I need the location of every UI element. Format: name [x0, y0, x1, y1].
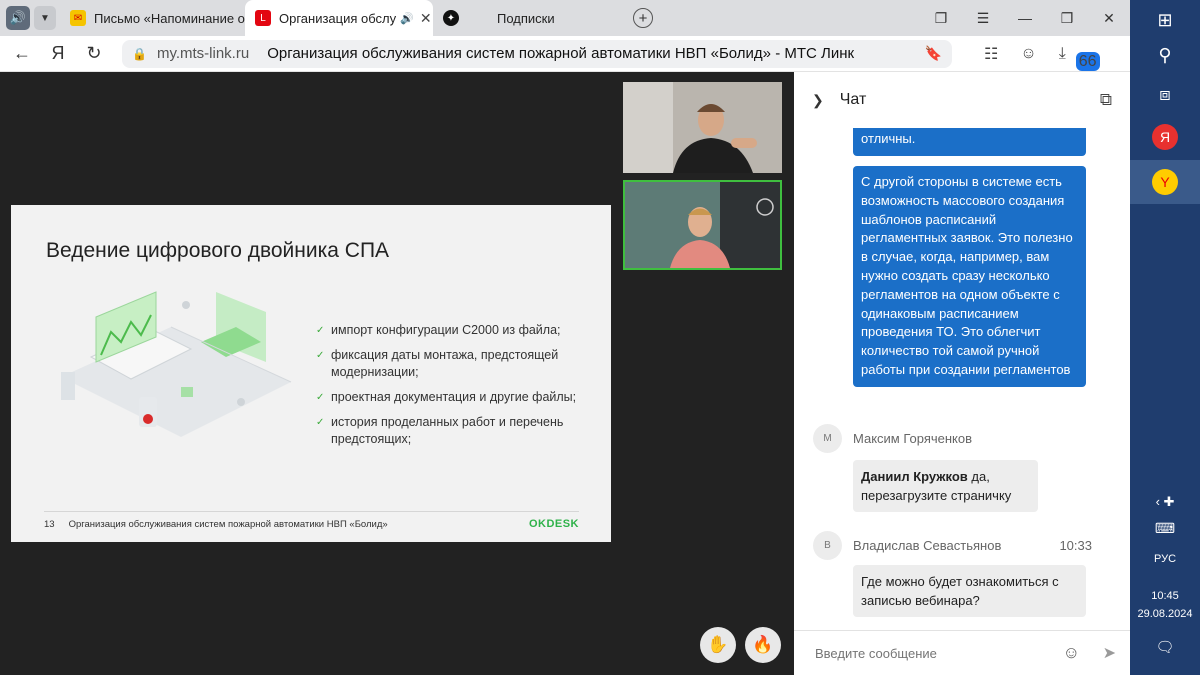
browser-tab-bar: 🔊 ▼ ✉ Письмо «Напоминание о L Организаци…	[0, 0, 1130, 36]
speaker-video-2[interactable]	[623, 180, 782, 270]
slide-number: 13	[44, 518, 55, 530]
windows-taskbar: ⊞ ⚲ ⧈ Я Y ‹ ✚ ⌨ РУС 10:45 29.08.2024 🗨	[1130, 0, 1200, 675]
search-icon[interactable]: ⚲	[1152, 45, 1178, 66]
new-tab-icon[interactable]: +	[633, 8, 653, 28]
toolbar-icons: ☷ ☺ ⤓ 66	[984, 44, 1100, 71]
clock-date[interactable]: 29.08.2024	[1130, 608, 1200, 620]
fire-icon: 🔥	[752, 635, 774, 654]
clock-time[interactable]: 10:45	[1130, 590, 1200, 602]
chat-composer: ☺ ➤	[794, 630, 1130, 675]
keyboard-icon[interactable]: ⌨	[1152, 520, 1178, 537]
speaker-1-image	[623, 82, 782, 173]
incoming-message: Где можно будет ознакомиться с записью в…	[853, 565, 1086, 617]
incoming-message: Даниил Кружков да, перезагрузите странич…	[853, 460, 1038, 512]
speaker-icon[interactable]: 🔊	[400, 12, 414, 25]
collapse-chat-icon[interactable]: ❯	[812, 92, 824, 109]
reaction-button[interactable]: 🔥	[745, 627, 781, 663]
bullet-item: импорт конфигурации С2000 из файла;	[316, 322, 596, 339]
chat-panel: ❯ Чат ⧉ отличны. С другой стороны в сист…	[794, 72, 1130, 675]
tab-label: Подписки	[497, 10, 555, 26]
reader-icon[interactable]: ☷	[984, 44, 998, 64]
chat-header: ❯ Чат ⧉	[794, 72, 1130, 128]
slide-title: Ведение цифрового двойника СПА	[46, 239, 390, 262]
tab-subscriptions[interactable]: ✦ Подписки	[433, 0, 623, 36]
digital-twin-illustration	[61, 291, 292, 437]
message-text: С другой стороны в системе есть возможно…	[861, 174, 1073, 377]
mts-link-icon: L	[255, 10, 271, 26]
restore-icon[interactable]: ❒	[1046, 10, 1088, 27]
collections-icon[interactable]: ❐	[920, 10, 962, 27]
okdesk-logo: OKDESK	[528, 518, 579, 530]
message-text: отличны.	[861, 131, 916, 146]
bookmark-icon[interactable]: 🔖	[925, 45, 942, 62]
taskbar-browser-active[interactable]: Y	[1130, 160, 1200, 204]
downloads-badge: 66	[1075, 51, 1100, 71]
windows-start-icon[interactable]: ⊞	[1152, 10, 1178, 31]
chat-title: Чат	[839, 91, 867, 108]
message-author: Владислав Севастьянов	[853, 538, 1002, 553]
yandex-browser-icon: Y	[1152, 169, 1178, 195]
presentation-slide: Ведение цифрового двойника СПА импорт ко…	[11, 205, 611, 542]
slide-footer-text: Организация обслуживания систем пожарной…	[68, 518, 388, 530]
message-time: 10:33	[1059, 538, 1092, 553]
avatar: М	[813, 424, 842, 453]
hand-icon: ✋	[707, 635, 729, 654]
tab-webinar[interactable]: L Организация обслу 🔊 ✕	[245, 0, 433, 36]
back-icon[interactable]: ←	[4, 43, 40, 64]
emoji-icon[interactable]: ☺	[1063, 643, 1080, 663]
tab-label: Организация обслу	[279, 10, 397, 26]
sparkle-icon: ✦	[443, 10, 459, 26]
sound-icon[interactable]: 🔊	[6, 6, 30, 30]
language-indicator[interactable]: РУС	[1130, 553, 1200, 565]
minimize-icon[interactable]: —	[1004, 10, 1046, 26]
tab-label: Письмо «Напоминание о	[94, 10, 245, 26]
profile-icon[interactable]: ☺	[1020, 45, 1036, 63]
message-text: Где можно будет ознакомиться с записью в…	[861, 574, 1059, 608]
message-input[interactable]	[815, 645, 1045, 661]
bullet-item: фиксация даты монтажа, предстоящей модер…	[316, 347, 596, 381]
bullet-item: проектная документация и другие файлы;	[316, 389, 596, 406]
mail-icon: ✉	[70, 10, 86, 26]
slide-footer: 13 Организация обслуживания систем пожар…	[44, 511, 579, 530]
page-title: Организация обслуживания систем пожарной…	[267, 45, 855, 62]
yandex-app-icon[interactable]: Я	[1152, 124, 1178, 150]
my-message: С другой стороны в системе есть возможно…	[853, 166, 1086, 387]
downloads-icon[interactable]: ⤓ 66	[1059, 45, 1100, 71]
tab-mail[interactable]: ✉ Письмо «Напоминание о	[60, 0, 245, 36]
lock-icon[interactable]: 🔒	[132, 47, 147, 61]
send-icon[interactable]: ➤	[1103, 643, 1116, 663]
message-author: Максим Горяченков	[853, 431, 973, 446]
task-view-icon[interactable]: ⧈	[1152, 84, 1178, 105]
menu-icon[interactable]: ☰	[962, 10, 1004, 27]
address-bar: ← Я ↻ 🔒 my.mts-link.ru Организация обслу…	[0, 36, 1130, 72]
video-stage: Ведение цифрового двойника СПА импорт ко…	[0, 72, 794, 675]
notifications-icon[interactable]: 🗨	[1152, 638, 1178, 656]
tray-expand-icon[interactable]: ‹ ✚	[1152, 494, 1178, 510]
mention: Даниил Кружков	[861, 469, 968, 484]
bullet-item: история проделанных работ и перечень пре…	[316, 414, 596, 448]
raise-hand-button[interactable]: ✋	[700, 627, 736, 663]
close-tab-icon[interactable]: ✕	[420, 10, 432, 27]
speaker-video-1[interactable]	[623, 82, 782, 173]
reload-icon[interactable]: ↻	[76, 43, 112, 64]
speaker-2-image	[625, 182, 780, 268]
close-window-icon[interactable]: ✕	[1088, 10, 1130, 27]
url-field[interactable]: 🔒 my.mts-link.ru Организация обслуживани…	[122, 39, 952, 68]
avatar: В	[813, 531, 842, 560]
yandex-icon[interactable]: Я	[40, 43, 76, 64]
chat-messages[interactable]: отличны. С другой стороны в системе есть…	[794, 128, 1130, 626]
url-host: my.mts-link.ru	[156, 45, 250, 62]
popout-icon[interactable]: ⧉	[1100, 90, 1112, 110]
my-message: отличны.	[853, 128, 1086, 156]
tab-controls: 🔊 ▼	[0, 0, 60, 36]
window-controls: ❐ ☰ — ❒ ✕	[920, 0, 1130, 36]
chevron-down-icon[interactable]: ▼	[34, 6, 56, 30]
slide-bullets: импорт конфигурации С2000 из файла; фикс…	[316, 322, 596, 456]
